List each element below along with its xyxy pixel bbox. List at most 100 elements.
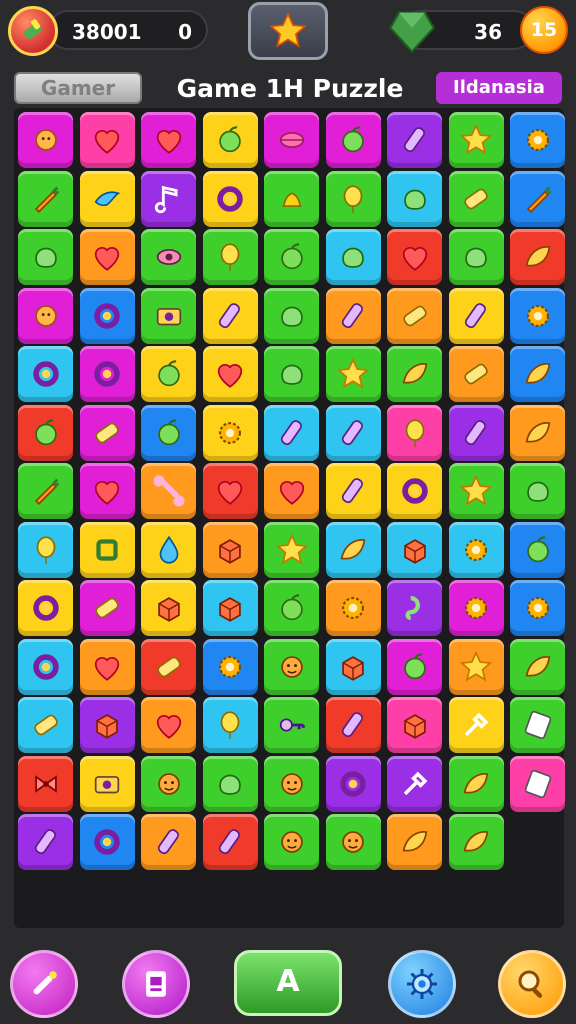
tile-fruit[interactable]: [325, 112, 381, 168]
search-button[interactable]: [498, 950, 566, 1018]
tile-fruit[interactable]: [264, 580, 319, 636]
tile-gear[interactable]: [510, 287, 565, 344]
tile-flower[interactable]: [18, 112, 73, 168]
tile-fruit[interactable]: [510, 521, 565, 578]
tile-card[interactable]: [510, 697, 565, 753]
wand-button[interactable]: [10, 950, 78, 1018]
tile-bow[interactable]: [18, 755, 73, 812]
tile-tool[interactable]: [387, 755, 442, 812]
tile-heart[interactable]: [141, 112, 196, 168]
tile-fruit[interactable]: [18, 404, 73, 461]
tile-tool[interactable]: [448, 697, 504, 753]
tile-star[interactable]: [264, 521, 319, 578]
tile-fruit[interactable]: [202, 112, 258, 168]
tile-balloon[interactable]: [387, 404, 442, 461]
tile-gear[interactable]: [448, 580, 504, 636]
tile-gear[interactable]: [510, 580, 565, 636]
tile-fruit[interactable]: [264, 229, 319, 285]
tile-leaf[interactable]: [448, 814, 504, 870]
tile-blob[interactable]: [325, 229, 381, 285]
tile-blob[interactable]: [264, 287, 319, 344]
tile-blob[interactable]: [264, 346, 319, 402]
tile-balloon[interactable]: [18, 521, 73, 578]
tile-heart[interactable]: [202, 463, 258, 519]
tile-bottle[interactable]: [448, 404, 504, 461]
tile-ring[interactable]: [18, 580, 73, 636]
tile-heart[interactable]: [202, 346, 258, 402]
tile-bar[interactable]: [79, 404, 135, 461]
tile-ring[interactable]: [325, 755, 381, 812]
tile-gear[interactable]: [325, 580, 381, 636]
tile-music[interactable]: [141, 170, 196, 227]
tile-star[interactable]: [325, 346, 381, 402]
tile-bottle[interactable]: [18, 814, 73, 870]
tile-face[interactable]: [264, 755, 319, 812]
tile-blob[interactable]: [448, 229, 504, 285]
settings-button[interactable]: [388, 950, 456, 1018]
tile-gear[interactable]: [448, 521, 504, 578]
tile-ring[interactable]: [18, 346, 73, 402]
tile-ring[interactable]: [202, 170, 258, 227]
tile-face[interactable]: [264, 638, 319, 695]
play-button[interactable]: A: [234, 950, 342, 1016]
tile-star[interactable]: [448, 463, 504, 519]
tile-box[interactable]: [387, 521, 442, 578]
tile-bell[interactable]: [264, 170, 319, 227]
tile-heart[interactable]: [141, 697, 196, 753]
tile-ring[interactable]: [18, 638, 73, 695]
tile-bar[interactable]: [448, 346, 504, 402]
tile-hook[interactable]: [387, 580, 442, 636]
tile-ring[interactable]: [79, 287, 135, 344]
tile-fruit[interactable]: [141, 346, 196, 402]
tile-heart[interactable]: [79, 638, 135, 695]
tile-ring[interactable]: [79, 346, 135, 402]
tile-box[interactable]: [202, 521, 258, 578]
tile-bottle[interactable]: [448, 287, 504, 344]
tile-bottle[interactable]: [141, 814, 196, 870]
tile-face[interactable]: [141, 755, 196, 812]
tile-box[interactable]: [79, 697, 135, 753]
tile-face[interactable]: [264, 814, 319, 870]
tile-square[interactable]: [79, 521, 135, 578]
tile-fruit[interactable]: [141, 404, 196, 461]
tile-camera[interactable]: [79, 755, 135, 812]
tile-leaf[interactable]: [387, 346, 442, 402]
tile-gear[interactable]: [510, 112, 565, 168]
tile-heart[interactable]: [387, 229, 442, 285]
tile-heart[interactable]: [264, 463, 319, 519]
tile-bar[interactable]: [79, 580, 135, 636]
tile-star[interactable]: [448, 112, 504, 168]
tile-bottle[interactable]: [325, 463, 381, 519]
tile-box[interactable]: [202, 580, 258, 636]
card-button[interactable]: [122, 950, 190, 1018]
tile-leaf[interactable]: [510, 638, 565, 695]
region-button[interactable]: Ildanasia: [436, 72, 562, 104]
tile-bar[interactable]: [448, 170, 504, 227]
tile-bar[interactable]: [18, 697, 73, 753]
tile-bar[interactable]: [141, 638, 196, 695]
tile-bone[interactable]: [141, 463, 196, 519]
tile-drop[interactable]: [141, 521, 196, 578]
tile-eye[interactable]: [141, 229, 196, 285]
tile-bottle[interactable]: [202, 287, 258, 344]
tile-heart[interactable]: [79, 229, 135, 285]
tile-box[interactable]: [325, 638, 381, 695]
tile-camera[interactable]: [141, 287, 196, 344]
tile-bottle[interactable]: [387, 112, 442, 168]
tile-ring[interactable]: [79, 814, 135, 870]
star-button[interactable]: [248, 2, 328, 60]
tile-lips[interactable]: [264, 112, 319, 168]
tile-bottle[interactable]: [325, 697, 381, 753]
tile-bar[interactable]: [387, 287, 442, 344]
games-button[interactable]: Gamer: [14, 72, 142, 104]
tile-leaf[interactable]: [510, 346, 565, 402]
tile-flower[interactable]: [18, 287, 73, 344]
tile-star[interactable]: [448, 638, 504, 695]
tile-fruit[interactable]: [387, 638, 442, 695]
tile-key[interactable]: [264, 697, 319, 753]
tile-bottle[interactable]: [325, 404, 381, 461]
tile-blob[interactable]: [510, 463, 565, 519]
tile-card[interactable]: [510, 755, 565, 812]
tile-gear[interactable]: [202, 638, 258, 695]
tile-balloon[interactable]: [202, 697, 258, 753]
